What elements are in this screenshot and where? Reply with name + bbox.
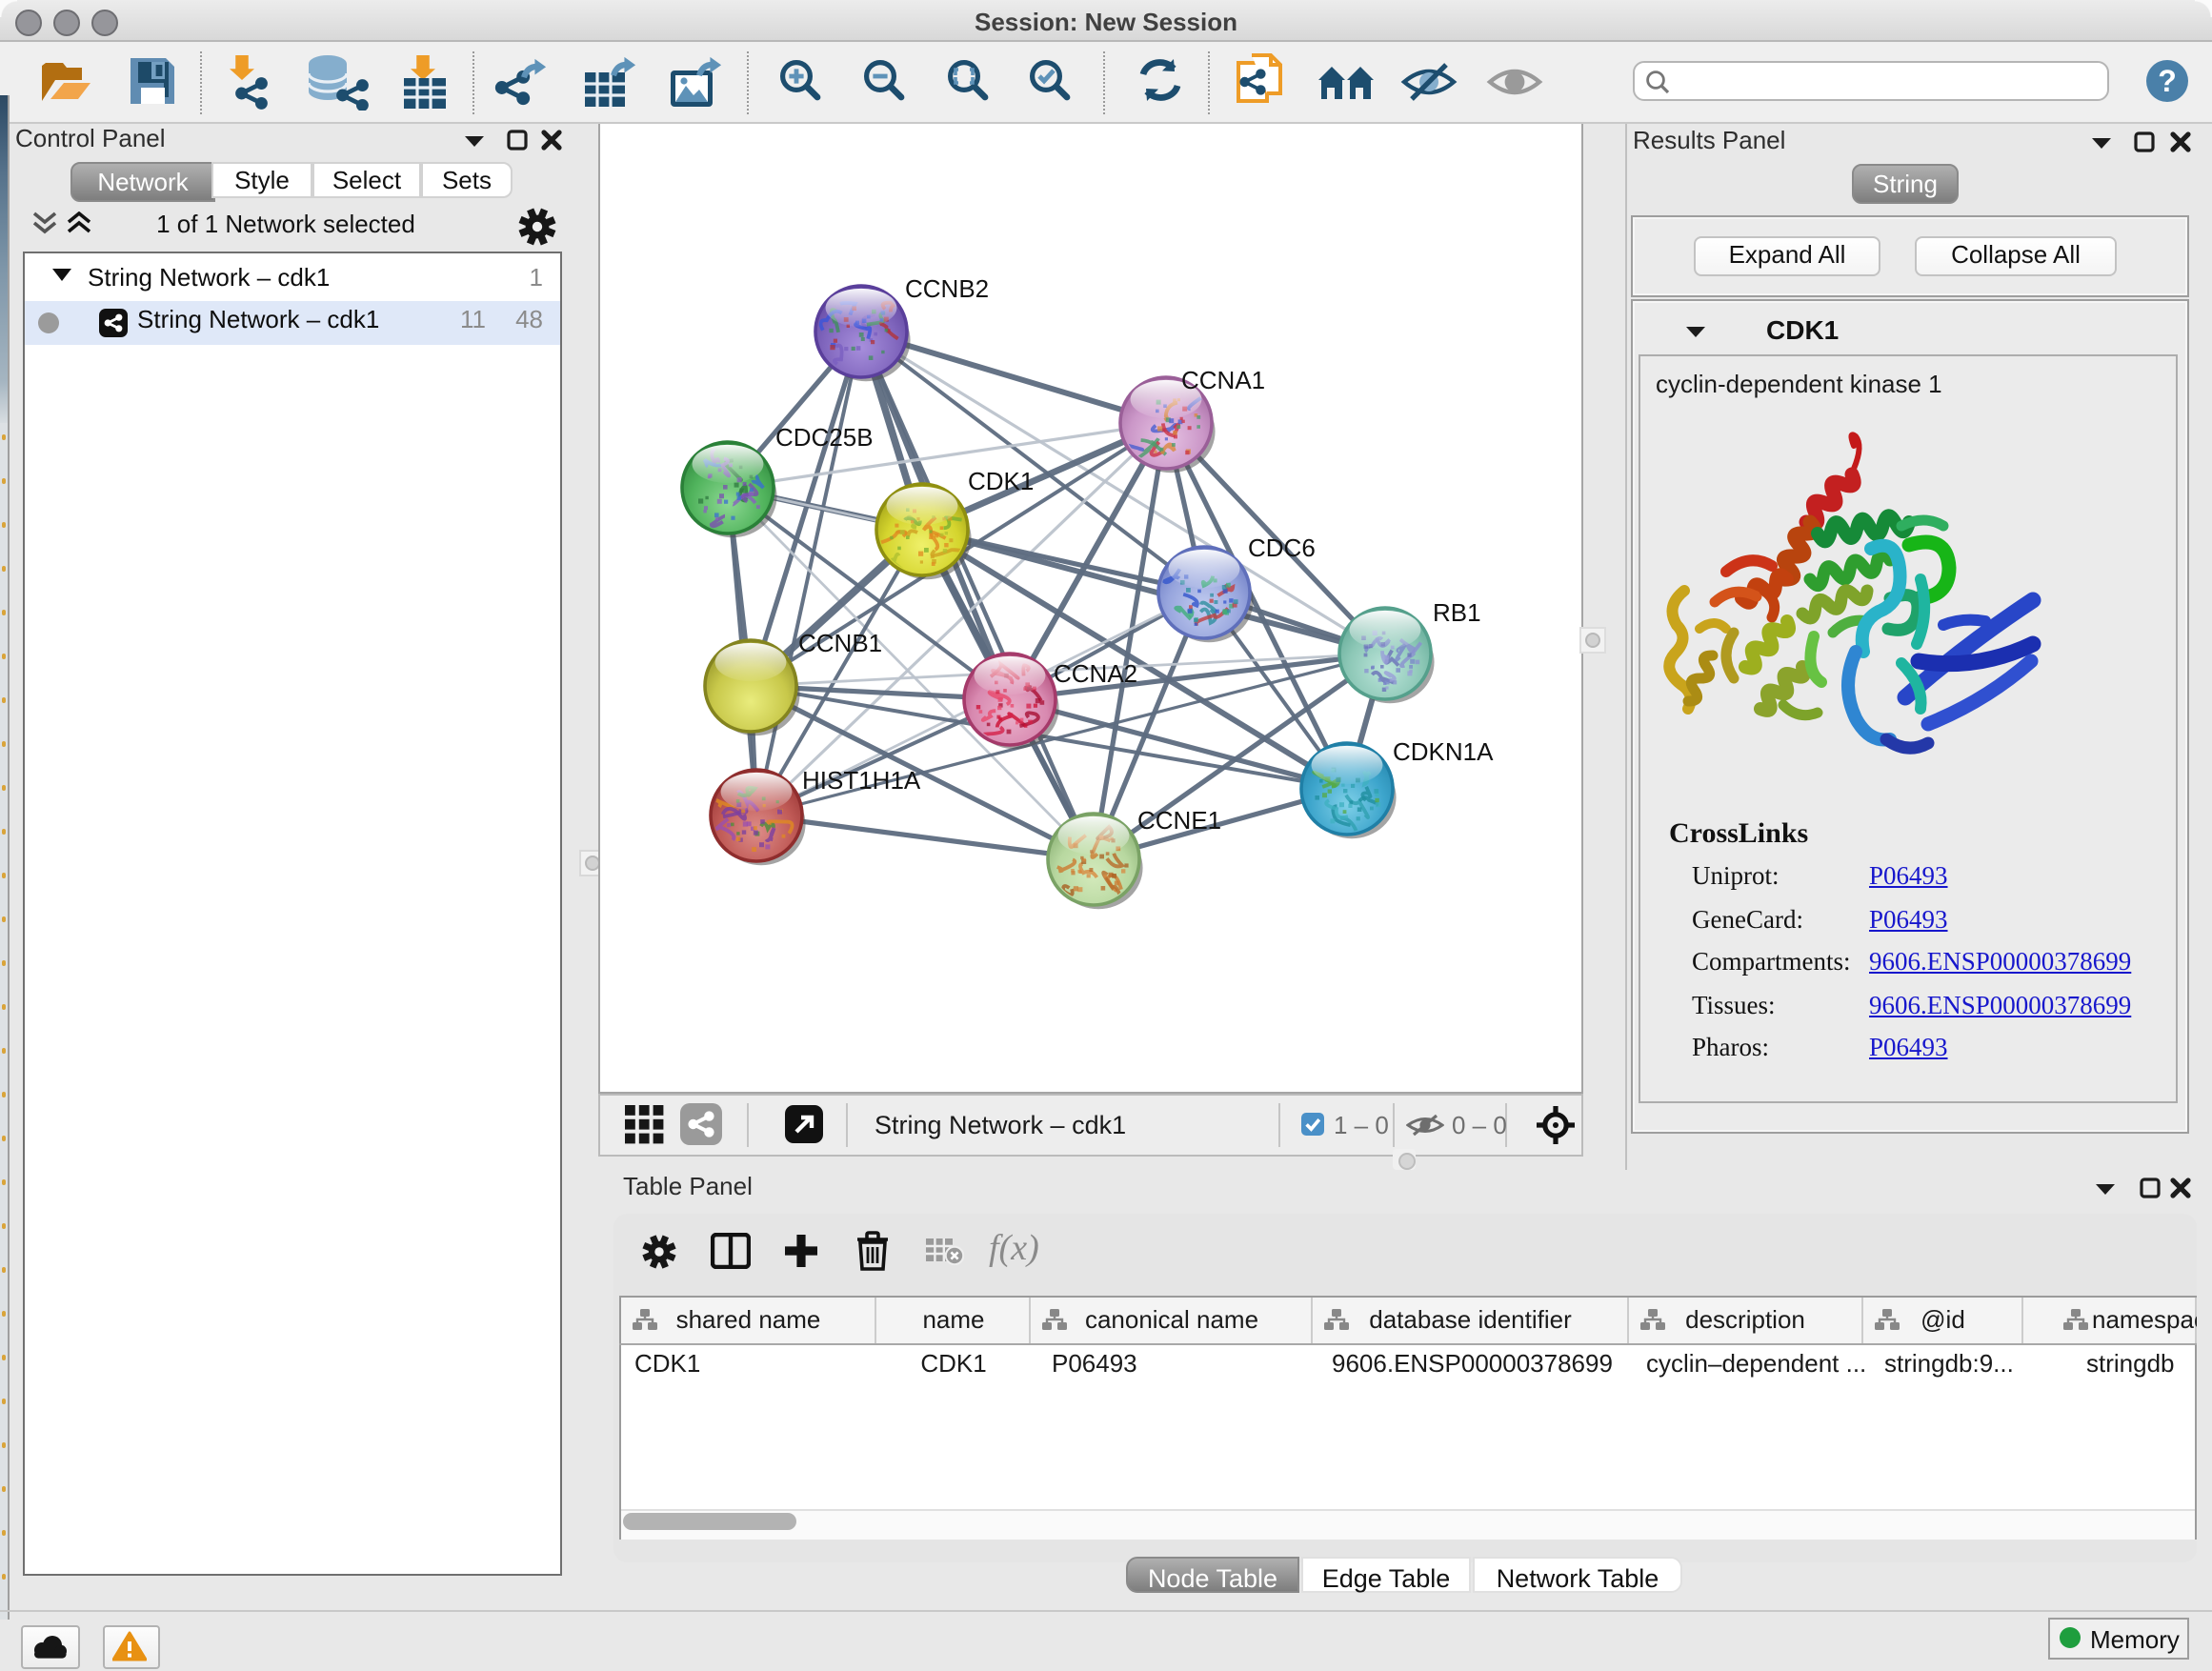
svg-text:CCNB1: CCNB1 [798, 629, 882, 657]
svg-text:RB1: RB1 [1433, 598, 1481, 627]
svg-text:CDC6: CDC6 [1248, 534, 1316, 562]
svg-text:CCNB2: CCNB2 [905, 274, 989, 303]
svg-text:CCNA2: CCNA2 [1054, 659, 1137, 688]
svg-text:CCNE1: CCNE1 [1137, 806, 1221, 835]
svg-text:?: ? [2158, 64, 2177, 98]
svg-text:CDKN1A: CDKN1A [1393, 737, 1494, 766]
svg-text:HIST1H1A: HIST1H1A [802, 766, 921, 795]
svg-text:CDC25B: CDC25B [775, 423, 874, 452]
svg-text:CDK1: CDK1 [968, 467, 1034, 495]
svg-text:CCNA1: CCNA1 [1181, 366, 1265, 394]
